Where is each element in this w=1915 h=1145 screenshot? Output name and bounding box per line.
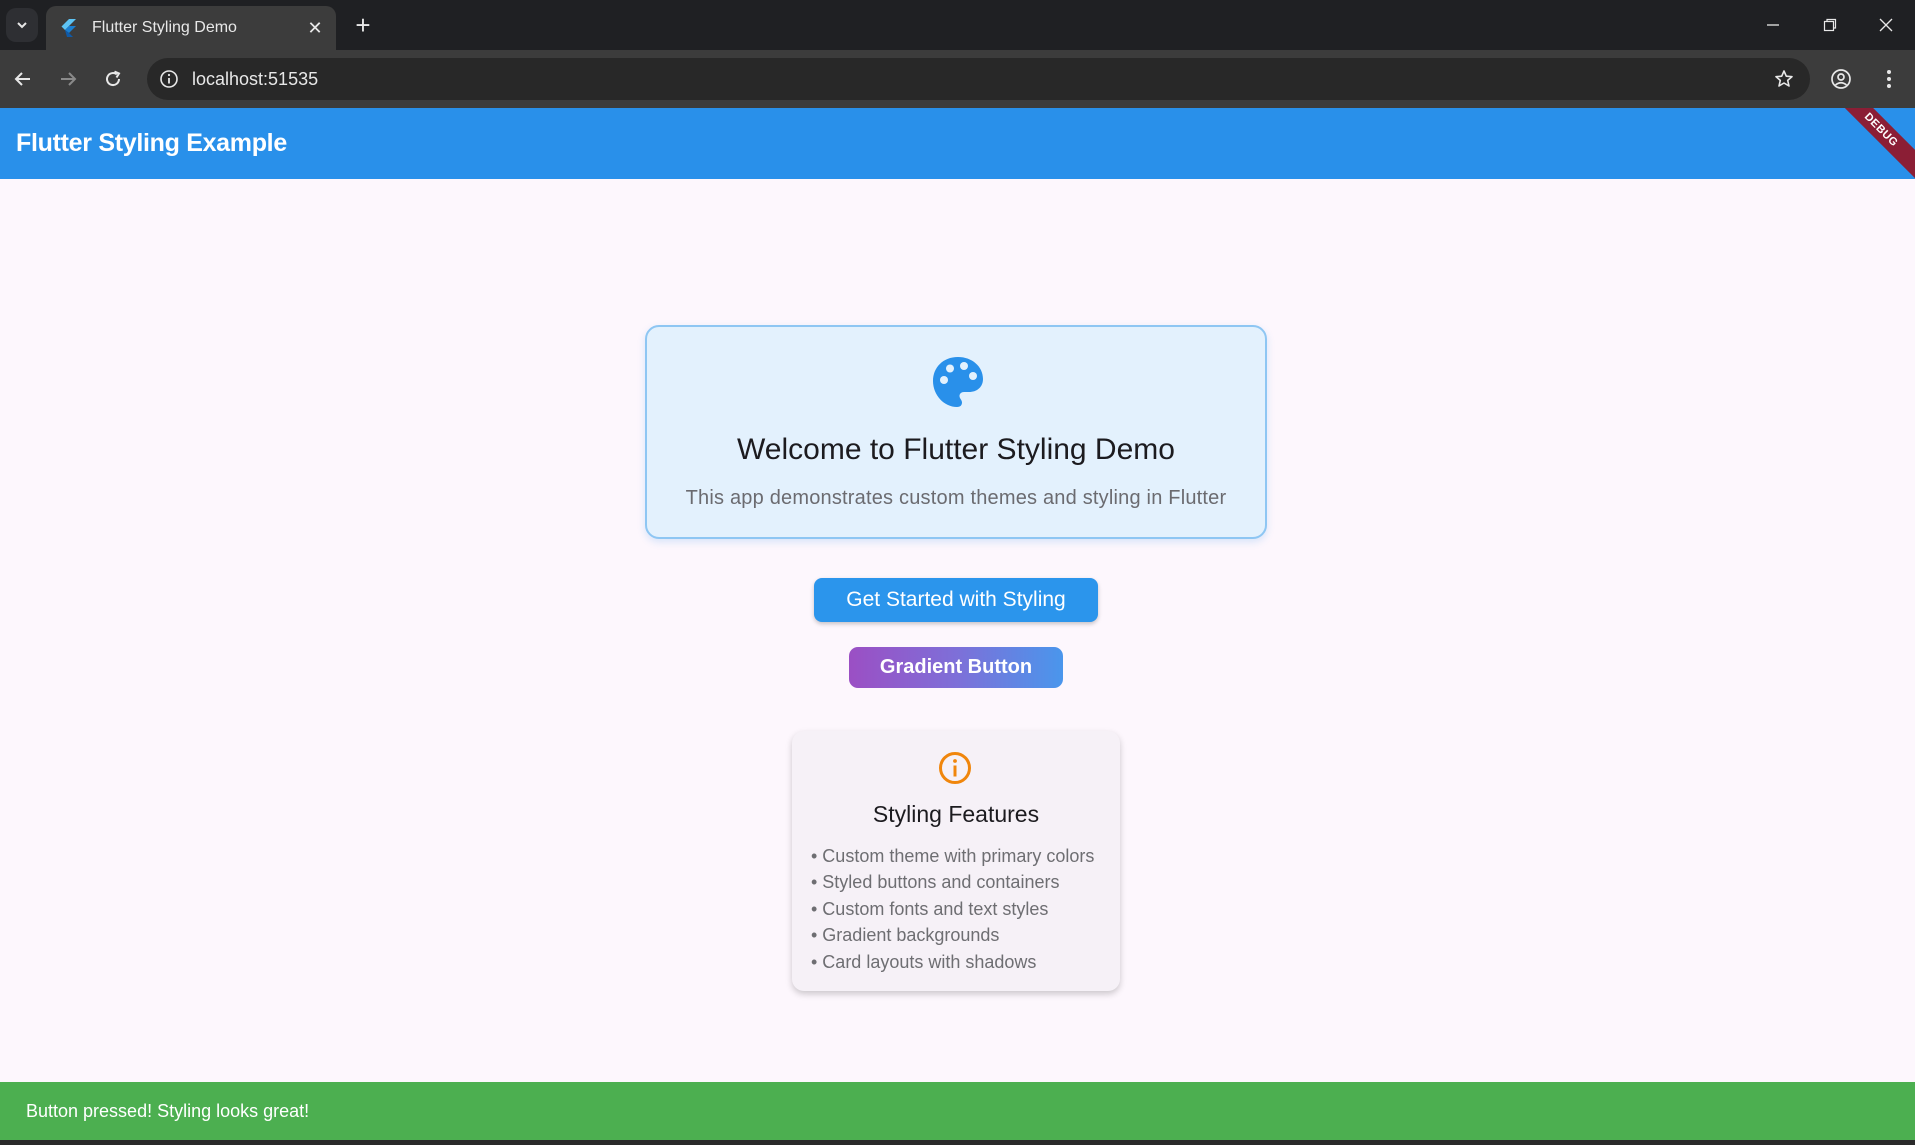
features-card: Styling Features • Custom theme with pri… bbox=[792, 731, 1120, 991]
features-title: Styling Features bbox=[872, 801, 1040, 827]
gradient-button[interactable]: Gradient Button bbox=[849, 647, 1063, 688]
debug-banner: DEBUG bbox=[1831, 108, 1915, 179]
browser-menu-icon[interactable] bbox=[1870, 60, 1908, 98]
flutter-logo-icon bbox=[58, 18, 78, 38]
window-minimize-icon[interactable] bbox=[1745, 0, 1801, 50]
list-item: • Gradient backgrounds bbox=[811, 925, 1000, 946]
palette-icon bbox=[933, 357, 983, 407]
browser-tab[interactable]: Flutter Styling Demo ✕ bbox=[46, 6, 336, 50]
list-item: • Custom fonts and text styles bbox=[811, 898, 1049, 919]
window-restore-icon[interactable] bbox=[1802, 0, 1858, 50]
browser-toolbar: localhost:51535 bbox=[0, 50, 1915, 108]
window-close-icon[interactable] bbox=[1858, 0, 1914, 50]
new-tab-plus-icon[interactable]: + bbox=[348, 8, 378, 42]
welcome-subtitle: This app demonstrates custom themes and … bbox=[685, 487, 1227, 509]
profile-icon[interactable] bbox=[1822, 60, 1860, 98]
address-bar[interactable]: localhost:51535 bbox=[147, 58, 1810, 100]
url-text: localhost:51535 bbox=[192, 69, 319, 89]
forward-arrow-icon[interactable] bbox=[49, 60, 87, 98]
back-arrow-icon[interactable] bbox=[4, 60, 42, 98]
list-item: • Custom theme with primary colors bbox=[811, 846, 1095, 866]
info-icon bbox=[939, 752, 971, 784]
site-info-icon[interactable] bbox=[157, 67, 181, 91]
window-bottom-edge bbox=[0, 1140, 1915, 1145]
welcome-title: Welcome to Flutter Styling Demo bbox=[737, 433, 1175, 466]
welcome-card: Welcome to Flutter Styling Demo This app… bbox=[645, 325, 1267, 539]
get-started-button[interactable]: Get Started with Styling bbox=[814, 578, 1098, 622]
snackbar-message: Button pressed! Styling looks great! bbox=[26, 1101, 310, 1121]
list-item: • Styled buttons and containers bbox=[811, 872, 1060, 893]
features-list: • Custom theme with primary colors • Sty… bbox=[811, 843, 1094, 975]
browser-tabstrip: Flutter Styling Demo ✕ + bbox=[0, 0, 1915, 50]
tab-close-icon[interactable]: ✕ bbox=[304, 18, 326, 39]
list-item: • Card layouts with shadows bbox=[811, 951, 1037, 972]
snackbar: Button pressed! Styling looks great! bbox=[0, 1082, 1915, 1140]
app-bar: Flutter Styling Example DEBUG bbox=[0, 108, 1915, 179]
tab-search-chevron-icon[interactable] bbox=[6, 8, 38, 42]
tab-title: Flutter Styling Demo bbox=[92, 19, 237, 36]
reload-icon[interactable] bbox=[94, 60, 132, 98]
bookmark-star-icon[interactable] bbox=[1772, 67, 1796, 91]
app-title: Flutter Styling Example bbox=[16, 129, 287, 157]
